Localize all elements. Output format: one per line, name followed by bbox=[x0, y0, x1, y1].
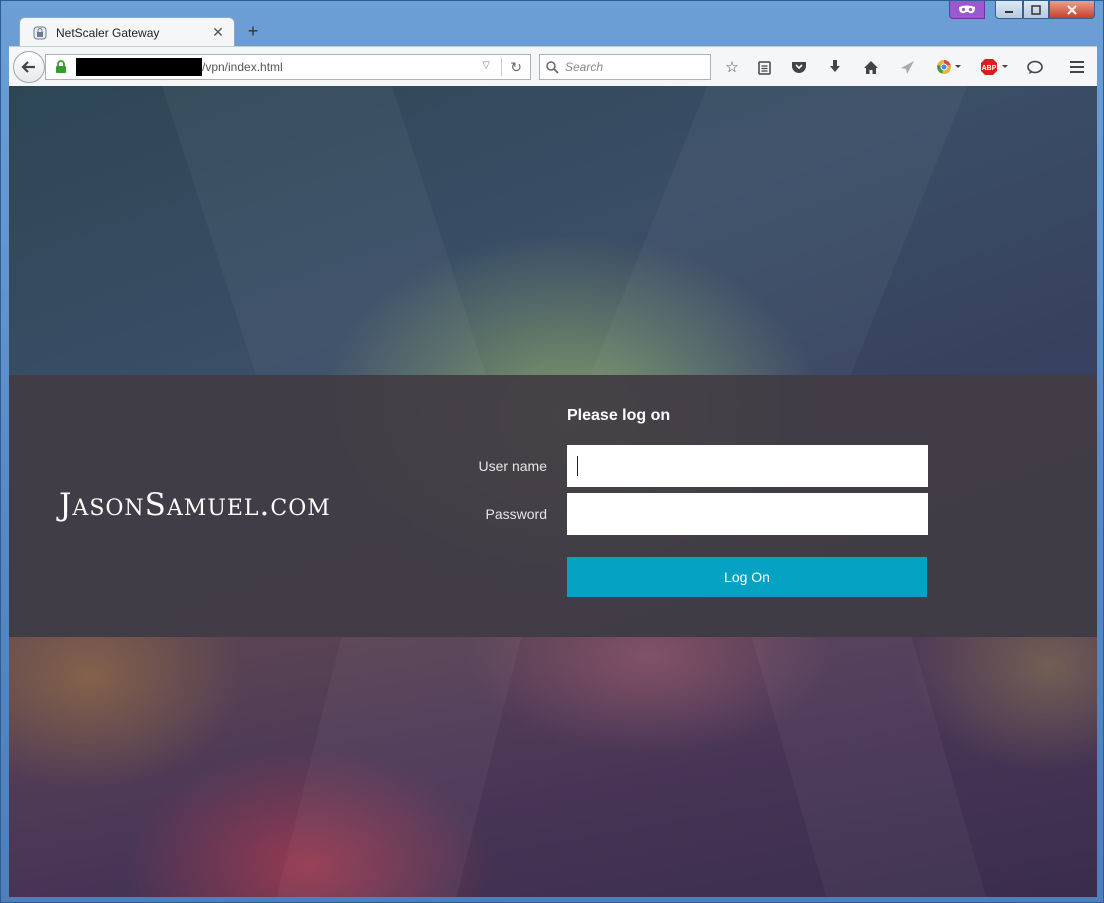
menu-icon[interactable] bbox=[1067, 57, 1087, 77]
maximize-button[interactable] bbox=[1023, 1, 1049, 19]
home-icon[interactable] bbox=[861, 57, 881, 77]
background-facet bbox=[751, 637, 987, 897]
username-label: User name bbox=[478, 458, 547, 474]
search-box[interactable]: Search bbox=[539, 54, 711, 80]
navigation-toolbar: /vpn/index.html ▽ ↻ Search ☆ ABP bbox=[9, 46, 1097, 86]
bookmark-star-icon[interactable]: ☆ bbox=[722, 57, 742, 77]
background-facet bbox=[162, 86, 486, 375]
bottom-background bbox=[9, 637, 1097, 897]
chrome-icon[interactable] bbox=[933, 57, 965, 77]
abp-icon[interactable]: ABP bbox=[979, 57, 1011, 77]
new-tab-button[interactable]: + bbox=[243, 21, 263, 41]
download-icon[interactable] bbox=[825, 57, 845, 77]
address-bar[interactable]: /vpn/index.html ▽ ↻ bbox=[45, 54, 531, 80]
password-label: Password bbox=[485, 506, 547, 522]
tab-title: NetScaler Gateway bbox=[56, 25, 160, 40]
search-icon bbox=[546, 60, 559, 74]
url-dropdown-icon[interactable]: ▽ bbox=[482, 60, 490, 71]
form-heading: Please log on bbox=[567, 407, 671, 424]
brand-logo: JasonSamuel.com bbox=[59, 487, 331, 523]
lock-favicon-icon bbox=[32, 25, 48, 41]
close-tab-icon[interactable]: ✕ bbox=[210, 24, 226, 41]
log-on-button[interactable]: Log On bbox=[567, 557, 927, 597]
background-facet bbox=[276, 637, 522, 897]
back-arrow-icon bbox=[21, 61, 35, 73]
url-path: /vpn/index.html bbox=[202, 60, 283, 74]
private-browsing-icon bbox=[949, 1, 985, 19]
chat-icon[interactable] bbox=[1025, 57, 1045, 77]
abp-label: ABP bbox=[982, 65, 997, 72]
browser-window: NetScaler Gateway ✕ + /vpn/index.html ▽ … bbox=[0, 0, 1104, 903]
background-facet bbox=[590, 86, 968, 375]
redacted-hostname bbox=[76, 58, 202, 76]
reload-icon[interactable]: ↻ bbox=[510, 59, 522, 76]
tab-netscaler-gateway[interactable]: NetScaler Gateway ✕ bbox=[19, 17, 235, 47]
close-window-button[interactable] bbox=[1049, 1, 1095, 19]
reading-list-icon[interactable] bbox=[754, 57, 774, 77]
username-field[interactable] bbox=[567, 445, 928, 487]
window-controls bbox=[949, 1, 1095, 21]
text-caret bbox=[577, 456, 578, 476]
secure-lock-icon bbox=[56, 60, 66, 73]
send-icon[interactable] bbox=[897, 57, 917, 77]
minimize-button[interactable] bbox=[995, 1, 1023, 19]
page-viewport: JasonSamuel.com Please log on User name … bbox=[9, 86, 1097, 897]
back-button[interactable] bbox=[13, 51, 45, 83]
password-field[interactable] bbox=[567, 493, 928, 535]
login-band: JasonSamuel.com Please log on User name … bbox=[9, 375, 1097, 637]
pocket-icon[interactable] bbox=[789, 57, 809, 77]
url-separator bbox=[501, 58, 502, 76]
search-placeholder: Search bbox=[565, 60, 604, 74]
